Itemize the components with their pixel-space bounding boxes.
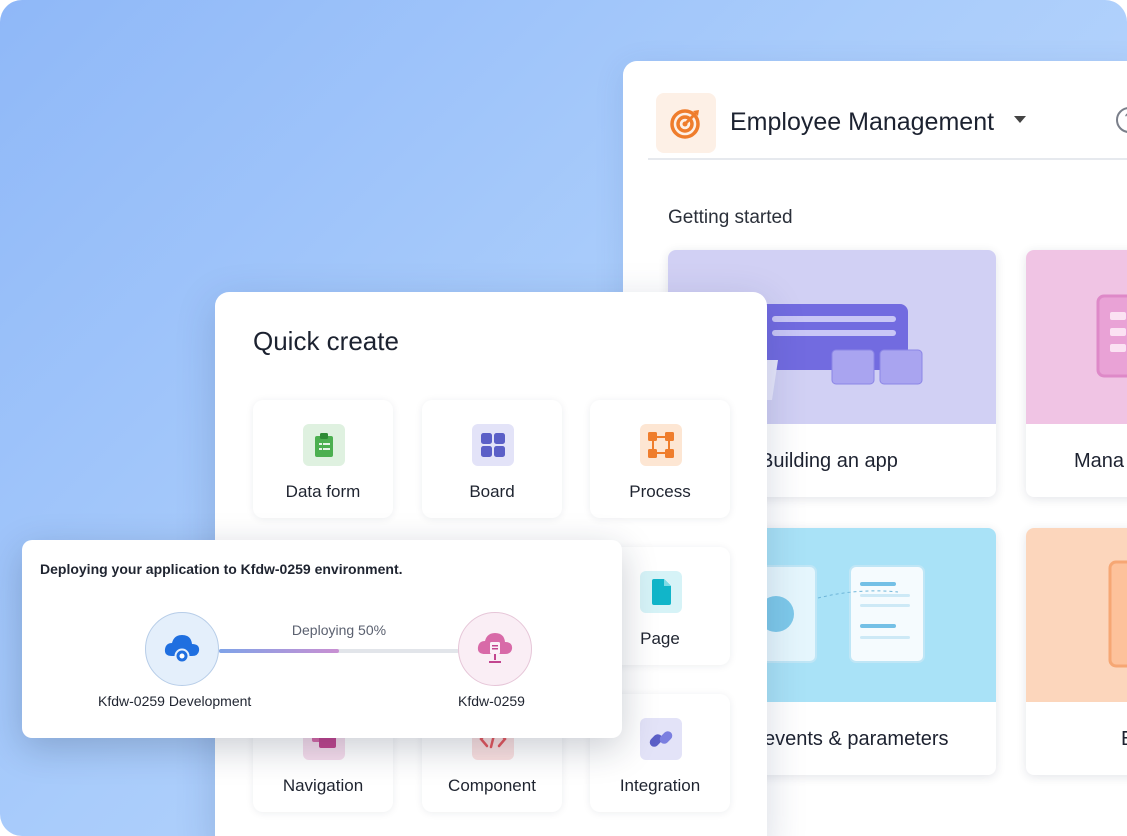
card-label: E <box>1121 728 1127 751</box>
tile-label: Component <box>448 776 536 795</box>
app-header: Employee Management ? <box>656 93 1127 153</box>
progress-label: Deploying 50% <box>291 622 387 638</box>
chevron-down-icon[interactable] <box>1014 116 1026 123</box>
help-icon[interactable]: ? <box>1116 107 1127 133</box>
page-icon <box>640 571 682 613</box>
progress-bar <box>219 649 459 653</box>
progress-bar-fill <box>219 649 339 653</box>
quick-create-title: Quick create <box>253 326 399 356</box>
section-title: Getting started <box>668 207 793 228</box>
tile-process[interactable]: Process <box>590 400 730 518</box>
target-logo-icon <box>656 93 716 153</box>
cloud-settings-icon <box>164 635 200 664</box>
process-icon <box>640 424 682 466</box>
clipboard-icon <box>303 424 345 466</box>
tile-label: Board <box>469 482 515 501</box>
deploy-dialog: Deploying your application to Kfdw-0259 … <box>22 540 622 738</box>
card-manage[interactable]: Mana <box>1026 250 1127 497</box>
source-environment-node <box>145 612 219 686</box>
divider <box>648 158 1127 160</box>
grid-icon <box>472 424 514 466</box>
card-illustration <box>1026 528 1127 702</box>
tile-label: Process <box>629 482 691 501</box>
tile-data-form[interactable]: Data form <box>253 400 393 518</box>
card-label: Mana <box>1074 450 1125 472</box>
tile-label: Navigation <box>282 776 364 795</box>
tile-board[interactable]: Board <box>422 400 562 518</box>
card-illustration <box>1026 250 1127 424</box>
deploy-message: Deploying your application to Kfdw-0259 … <box>40 561 403 577</box>
card-label: events & parameters <box>764 728 949 750</box>
card-label: Building an app <box>760 450 898 472</box>
tile-label: Integration <box>619 776 701 795</box>
target-environment-label: Kfdw-0259 <box>458 693 525 709</box>
source-environment-label: Kfdw-0259 Development <box>98 693 252 709</box>
tile-label: Data form <box>285 482 361 501</box>
card-e[interactable]: E <box>1026 528 1127 775</box>
app-title[interactable]: Employee Management <box>730 108 994 137</box>
cloud-server-icon <box>477 633 513 663</box>
link-icon <box>640 718 682 760</box>
target-environment-node <box>458 612 532 686</box>
